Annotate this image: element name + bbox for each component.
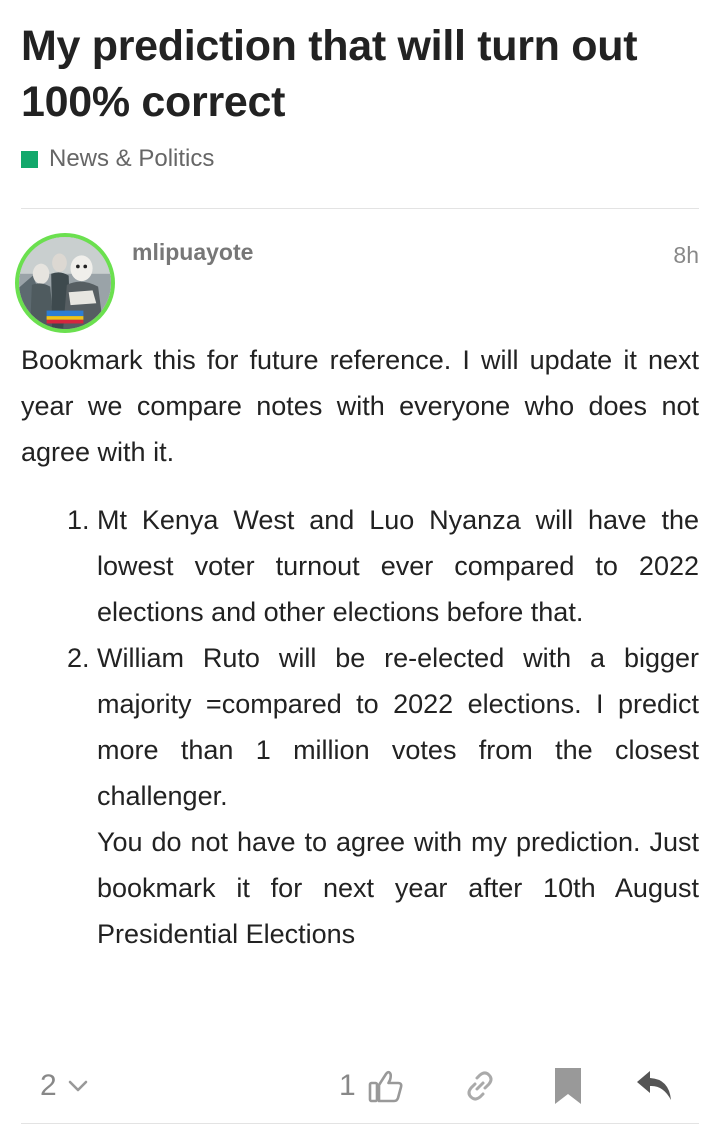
category-name: News & Politics	[49, 145, 215, 172]
replies-count: 2	[40, 1069, 57, 1102]
topic-page: My prediction that will turn out 100% co…	[15, 0, 699, 957]
reply-button[interactable]	[635, 1062, 673, 1110]
bookmark-icon	[555, 1068, 581, 1104]
like-button[interactable]: 1	[339, 1062, 406, 1110]
prediction-list: Mt Kenya West and Luo Nyanza will have t…	[21, 497, 699, 957]
username[interactable]: mlipuayote	[132, 239, 253, 266]
post-age[interactable]: 8h	[673, 242, 699, 269]
list-item-note: You do not have to agree with my predict…	[97, 827, 699, 949]
list-item-text: Mt Kenya West and Luo Nyanza will have t…	[97, 505, 699, 627]
post-intro: Bookmark this for future reference. I wi…	[21, 345, 699, 467]
chevron-down-icon	[68, 1080, 87, 1092]
post-actions: 2 1	[21, 1062, 699, 1110]
bookmark-button[interactable]	[554, 1062, 582, 1110]
post-body: Bookmark this for future reference. I wi…	[21, 337, 699, 957]
post-header: mlipuayote 8h	[15, 209, 699, 337]
topic-title: My prediction that will turn out 100% co…	[21, 22, 638, 126]
list-item-text: William Ruto will be re-elected with a b…	[97, 643, 699, 811]
avatar[interactable]	[15, 233, 115, 333]
list-item: Mt Kenya West and Luo Nyanza will have t…	[97, 497, 699, 635]
likes-count: 1	[339, 1069, 356, 1102]
link-icon	[467, 1071, 493, 1101]
category-color-swatch	[21, 150, 38, 168]
divider	[21, 1123, 699, 1124]
avatar-image	[19, 237, 111, 329]
copy-link-button[interactable]	[461, 1062, 499, 1110]
category-badge[interactable]: News & Politics	[21, 144, 699, 174]
like-icon	[368, 1070, 403, 1103]
list-item: William Ruto will be re-elected with a b…	[97, 635, 699, 957]
reply-icon	[637, 1071, 671, 1100]
replies-toggle-button[interactable]: 2	[40, 1062, 91, 1110]
